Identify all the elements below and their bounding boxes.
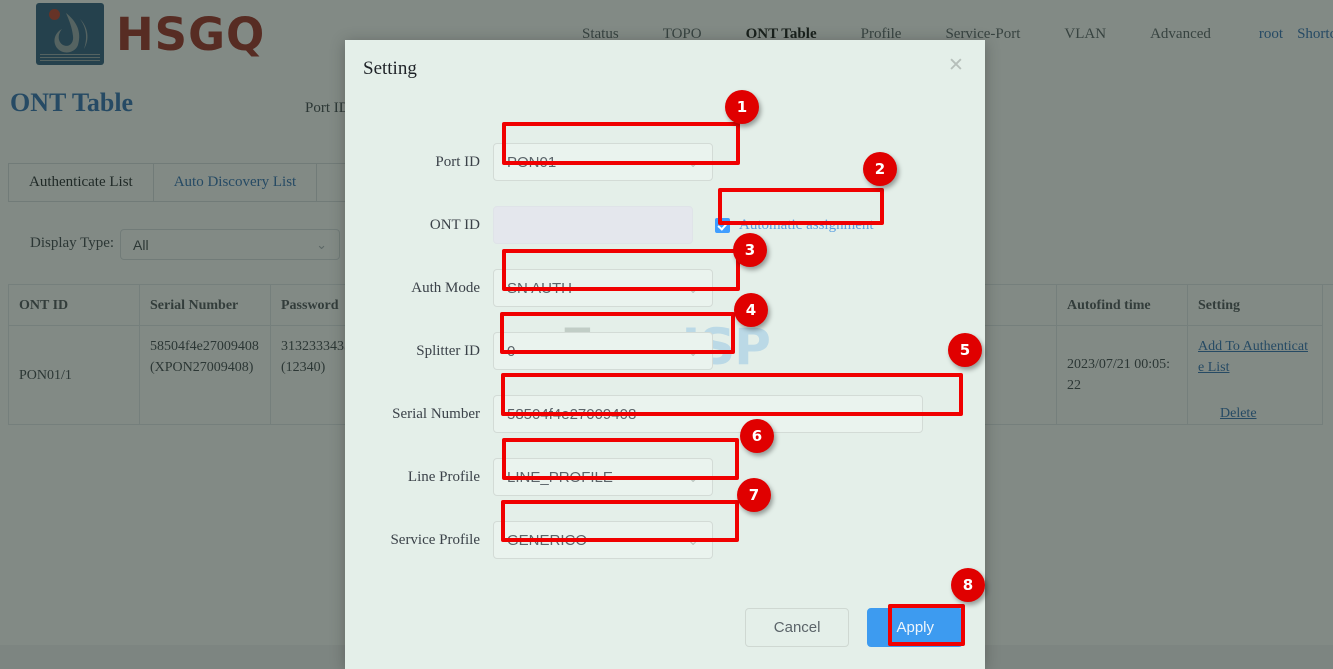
automatic-assignment-checkbox[interactable] [715,217,730,233]
field-row-ont-id: ONT ID Automatic assignment [345,203,985,247]
splitter-id-label: Splitter ID [416,342,480,359]
automatic-assignment-label: Automatic assignment [739,216,874,233]
port-id-select[interactable]: PON01 ⌄ [493,143,713,181]
chevron-down-icon: ⌄ [687,279,699,296]
field-row-port-id: Port ID PON01 ⌄ [345,140,985,184]
chevron-down-icon: ⌄ [687,342,699,359]
field-row-line-profile: Line Profile LINE_PROFILE ⌄ [345,455,985,499]
line-profile-label: Line Profile [407,468,480,485]
close-icon[interactable]: ✕ [945,54,967,76]
serial-number-control: 58504f4e27009408 [493,395,923,433]
service-profile-control: GENERICO ⌄ [493,521,713,559]
auth-mode-select[interactable]: SN AUTH ⌄ [493,269,713,307]
auth-mode-control: SN AUTH ⌄ [493,269,713,307]
field-row-splitter-id: Splitter ID 0 ⌄ [345,329,985,373]
chevron-down-icon: ⌄ [687,531,699,548]
chevron-down-icon: ⌄ [687,153,699,170]
ont-id-label: ONT ID [429,216,480,233]
ont-id-control [493,206,693,244]
dialog-title: Setting [363,58,417,79]
field-row-auth-mode: Auth Mode SN AUTH ⌄ [345,266,985,310]
line-profile-select[interactable]: LINE_PROFILE ⌄ [493,458,713,496]
field-row-service-profile: Service Profile GENERICO ⌄ [345,518,985,562]
auth-mode-value: SN AUTH [507,279,573,297]
splitter-id-value: 0 [507,342,516,360]
chevron-down-icon: ⌄ [687,468,699,485]
field-row-serial-number: Serial Number 58504f4e27009408 [345,392,985,436]
splitter-id-select[interactable]: 0 ⌄ [493,332,713,370]
port-id-label: Port ID [435,153,480,170]
service-profile-value: GENERICO [507,531,588,549]
cancel-button[interactable]: Cancel [744,608,850,647]
splitter-id-control: 0 ⌄ [493,332,713,370]
dialog-actions: Cancel Apply [345,608,985,647]
service-profile-select[interactable]: GENERICO ⌄ [493,521,713,559]
line-profile-control: LINE_PROFILE ⌄ [493,458,713,496]
port-id-control: PON01 ⌄ [493,143,713,181]
apply-button[interactable]: Apply [867,608,963,647]
line-profile-value: LINE_PROFILE [507,468,613,486]
setting-form: Port ID PON01 ⌄ ONT ID Automatic assignm… [345,140,985,581]
automatic-assignment-row[interactable]: Automatic assignment [715,217,874,234]
auth-mode-label: Auth Mode [411,279,480,296]
ont-id-input[interactable] [493,206,693,244]
service-profile-label: Service Profile [390,531,480,548]
serial-number-input[interactable]: 58504f4e27009408 [493,395,923,433]
setting-dialog: Setting ✕ ForoISP Port ID PON01 ⌄ ONT ID… [345,40,985,669]
serial-number-label: Serial Number [392,405,480,422]
port-id-value: PON01 [507,153,557,171]
